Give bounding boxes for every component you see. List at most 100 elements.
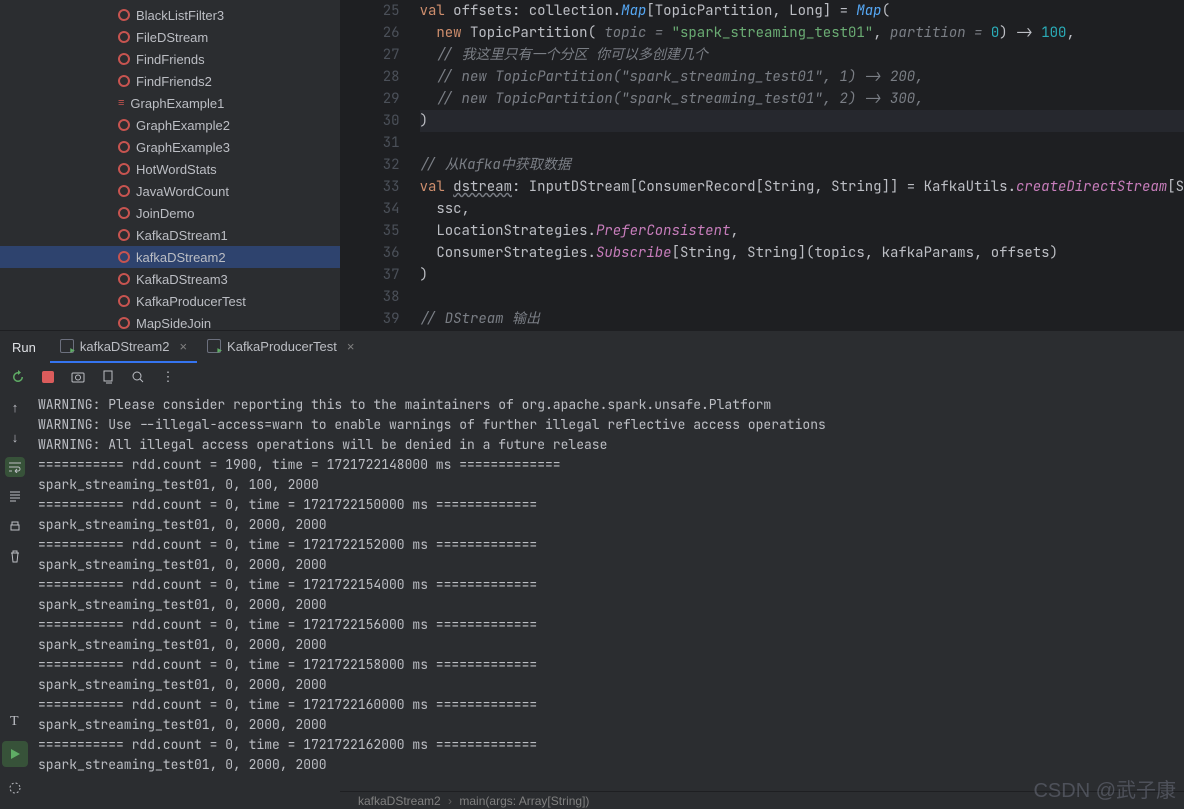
down-icon[interactable]: ↓	[5, 427, 25, 447]
line-gutter: 252627282930313233343536373839	[340, 0, 418, 330]
run-title: Run	[12, 340, 36, 355]
tree-item-label: MapSideJoin	[136, 316, 211, 331]
console-line: =========== rdd.count = 0, time = 172172…	[38, 535, 1184, 555]
tree-item-label: JoinDemo	[136, 206, 195, 221]
tree-item-label: KafkaDStream3	[136, 272, 228, 287]
object-icon	[118, 317, 130, 329]
console-line: WARNING: Use --illegal-access=warn to en…	[38, 415, 1184, 435]
object-icon	[118, 229, 130, 241]
tree-item-findfriends[interactable]: FindFriends	[0, 48, 340, 70]
object-icon	[118, 251, 130, 263]
services-icon[interactable]	[2, 775, 28, 801]
console-line: =========== rdd.count = 0, time = 172172…	[38, 695, 1184, 715]
print-icon[interactable]	[5, 517, 25, 537]
run-tab-kafkaproducertest[interactable]: KafkaProducerTest ×	[197, 331, 364, 363]
console-line: =========== rdd.count = 0, time = 172172…	[38, 735, 1184, 755]
file-tree[interactable]: BlackListFilter3 FileDStream FindFriends Fi…	[0, 0, 340, 330]
export-icon[interactable]	[98, 367, 118, 387]
close-icon[interactable]: ×	[179, 339, 187, 354]
console-line: =========== rdd.count = 0, time = 172172…	[38, 575, 1184, 595]
watermark: CSDN @武子康	[1033, 774, 1176, 803]
console-line: =========== rdd.count = 0, time = 172172…	[38, 495, 1184, 515]
analyze-icon[interactable]	[128, 367, 148, 387]
more-icon[interactable]: ⋮	[158, 367, 178, 387]
console-line: spark_streaming_test01, 0, 2000, 2000	[38, 555, 1184, 575]
object-icon	[118, 185, 130, 197]
tree-item-kafkaproducertest[interactable]: KafkaProducerTest	[0, 290, 340, 312]
console-line: =========== rdd.count = 0, time = 172172…	[38, 615, 1184, 635]
rerun-button[interactable]	[8, 367, 28, 387]
console-line: spark_streaming_test01, 0, 2000, 2000	[38, 515, 1184, 535]
console-line: spark_streaming_test01, 0, 2000, 2000	[38, 755, 1184, 775]
tree-item-filedstream[interactable]: FileDStream	[0, 26, 340, 48]
object-icon	[118, 295, 130, 307]
tree-item-kafkadstream2[interactable]: kafkaDStream2	[0, 246, 340, 268]
tree-item-javawordcount[interactable]: JavaWordCount	[0, 180, 340, 202]
object-icon	[118, 53, 130, 65]
tree-item-joindemo[interactable]: JoinDemo	[0, 202, 340, 224]
left-tool-strip: T	[0, 707, 30, 809]
tree-item-label: GraphExample3	[136, 140, 230, 155]
up-icon[interactable]: ↑	[5, 397, 25, 417]
object-icon	[118, 273, 130, 285]
tree-item-kafkadstream3[interactable]: KafkaDStream3	[0, 268, 340, 290]
stop-button[interactable]	[38, 367, 58, 387]
tree-item-label: kafkaDStream2	[136, 250, 226, 265]
stack-icon: ≡	[118, 97, 124, 109]
breadcrumb-sep: ›	[448, 794, 452, 808]
tree-item-label: BlackListFilter3	[136, 8, 224, 23]
console-line: WARNING: Please consider reporting this …	[38, 395, 1184, 415]
tree-item-graphexample3[interactable]: GraphExample3	[0, 136, 340, 158]
run-tab-label: kafkaDStream2	[80, 339, 170, 354]
console-line: =========== rdd.count = 1900, time = 172…	[38, 455, 1184, 475]
tree-item-label: JavaWordCount	[136, 184, 229, 199]
tree-item-hotwordstats[interactable]: HotWordStats	[0, 158, 340, 180]
run-panel: Run kafkaDStream2 × KafkaProducerTest × ⋮ ↑…	[0, 330, 1184, 791]
console-line: spark_streaming_test01, 0, 100, 2000	[38, 475, 1184, 495]
code-area[interactable]: val offsets: collection.Map[TopicPartiti…	[418, 0, 1184, 330]
tree-item-label: HotWordStats	[136, 162, 217, 177]
console-line: spark_streaming_test01, 0, 2000, 2000	[38, 715, 1184, 735]
object-icon	[118, 119, 130, 131]
tree-item-label: FileDStream	[136, 30, 208, 45]
tree-item-label: FindFriends	[136, 52, 205, 67]
tree-item-graphexample2[interactable]: GraphExample2	[0, 114, 340, 136]
breadcrumb-file[interactable]: kafkaDStream2	[358, 794, 441, 808]
structure-icon[interactable]: T	[2, 707, 28, 733]
run-icon[interactable]	[2, 741, 28, 767]
object-icon	[118, 31, 130, 43]
tree-item-label: GraphExample1	[130, 96, 224, 111]
tree-item-mapsidejoin[interactable]: MapSideJoin	[0, 312, 340, 330]
trash-icon[interactable]	[5, 547, 25, 567]
tree-item-graphexample1[interactable]: ≡ GraphExample1	[0, 92, 340, 114]
tree-item-label: KafkaProducerTest	[136, 294, 246, 309]
tree-item-label: FindFriends2	[136, 74, 212, 89]
code-editor[interactable]: 252627282930313233343536373839 val offse…	[340, 0, 1184, 330]
run-config-icon	[60, 339, 74, 353]
svg-text:T: T	[10, 714, 19, 728]
camera-icon[interactable]	[68, 367, 88, 387]
run-tab-kafkadstream2[interactable]: kafkaDStream2 ×	[50, 331, 197, 363]
run-tab-label: KafkaProducerTest	[227, 339, 337, 354]
console-line: =========== rdd.count = 0, time = 172172…	[38, 655, 1184, 675]
tree-item-label: KafkaDStream1	[136, 228, 228, 243]
object-icon	[118, 9, 130, 21]
console-output[interactable]: WARNING: Please consider reporting this …	[30, 391, 1184, 791]
close-icon[interactable]: ×	[347, 339, 355, 354]
object-icon	[118, 75, 130, 87]
console-line: spark_streaming_test01, 0, 2000, 2000	[38, 675, 1184, 695]
console-line: spark_streaming_test01, 0, 2000, 2000	[38, 635, 1184, 655]
tree-item-findfriends2[interactable]: FindFriends2	[0, 70, 340, 92]
console-line: spark_streaming_test01, 0, 2000, 2000	[38, 595, 1184, 615]
object-icon	[118, 207, 130, 219]
scroll-icon[interactable]	[5, 487, 25, 507]
object-icon	[118, 141, 130, 153]
breadcrumb-method[interactable]: main(args: Array[String])	[459, 794, 589, 808]
tree-item-kafkadstream1[interactable]: KafkaDStream1	[0, 224, 340, 246]
run-toolbar-top: ⋮	[0, 363, 1184, 391]
wrap-icon[interactable]	[5, 457, 25, 477]
object-icon	[118, 163, 130, 175]
tree-item-blacklistfilter3[interactable]: BlackListFilter3	[0, 4, 340, 26]
run-tabs: Run kafkaDStream2 × KafkaProducerTest ×	[0, 331, 1184, 363]
console-line: WARNING: All illegal access operations w…	[38, 435, 1184, 455]
